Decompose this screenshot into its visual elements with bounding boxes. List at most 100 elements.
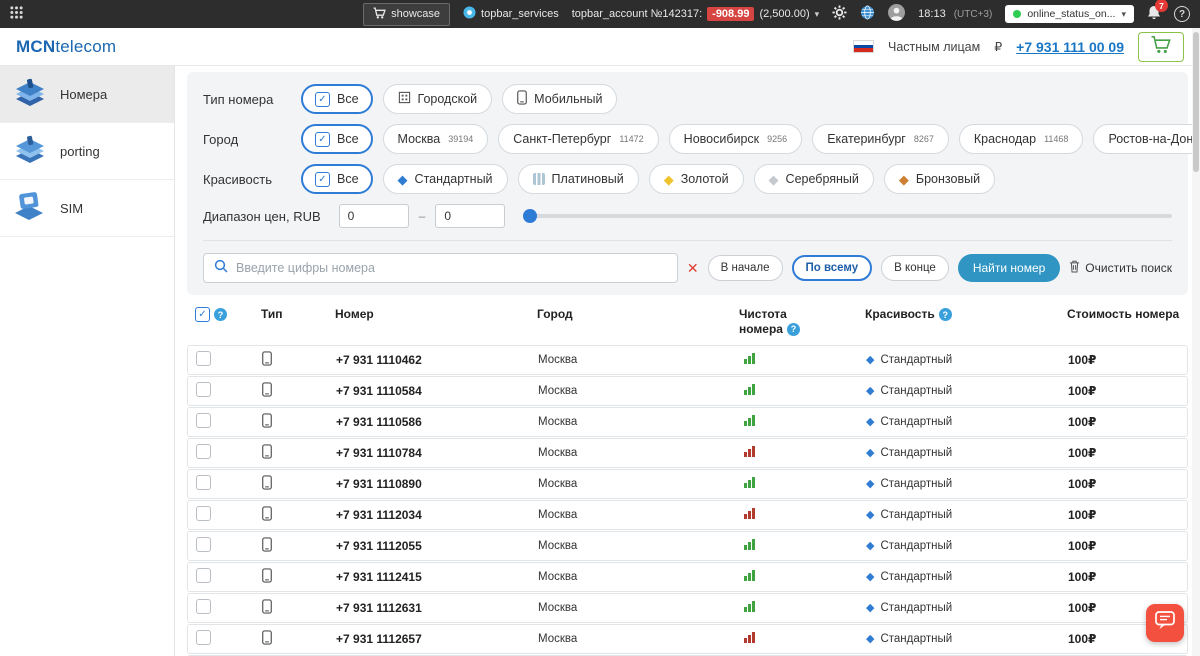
sidebar-item-porting[interactable]: porting [0,123,174,180]
phone-number[interactable]: +7 931 1110784 [332,446,538,460]
question-icon[interactable]: ? [938,308,952,322]
city-filter-pill[interactable]: Санкт-Петербург 11472 [498,124,659,154]
search-position-option[interactable]: В начале [707,255,783,281]
city-filter-pill[interactable]: Новосибирск 9256 [668,124,803,154]
row-checkbox[interactable] [196,475,211,490]
row-checkbox[interactable] [196,599,211,614]
sidebar-item-sim[interactable]: SIM [0,180,174,237]
clear-search-button[interactable]: Очистить поиск [1069,260,1172,276]
purity-icon [744,632,755,643]
col-header-city: Город [537,307,573,321]
table-row: +7 931 1110462 Москва ◆ Стандартный 100₽ [187,345,1188,375]
find-number-button[interactable]: Найти номер [957,254,1061,282]
select-all-checkbox[interactable]: ✓ [195,307,210,322]
city-filter-pill[interactable]: Москва 39194 [382,124,489,154]
clear-input-icon[interactable]: ✕ [687,260,699,277]
city-filter-pill[interactable]: Краснодар 11468 [958,124,1084,154]
beauty-filter-pill[interactable]: ◆ Бронзовый [883,164,996,194]
beauty-filter-pill[interactable]: ◆ Золотой [648,164,744,194]
beauty-filter-pill[interactable]: Платиновый [517,164,639,194]
contact-phone-link[interactable]: +7 931 111 00 09 [1016,39,1124,55]
beauty-all-toggle[interactable]: ✓ Все [301,164,373,194]
topbar-services[interactable]: topbar_services [463,6,559,22]
city-all-toggle[interactable]: ✓ Все [301,124,373,154]
row-checkbox[interactable] [196,444,211,459]
sidebar-item-label: Номера [60,86,108,102]
cart-button[interactable] [1138,31,1184,62]
chat-widget-button[interactable] [1146,604,1184,642]
col-header-purity: Чистота номера? [737,307,865,337]
type-mobile-toggle[interactable]: Мобильный [502,84,618,114]
purity-icon [744,446,755,457]
table-row: +7 931 1112657 Москва ◆ Стандартный 100₽ [187,624,1188,654]
search-icon [214,259,228,278]
search-position-option[interactable]: По всему [791,255,873,281]
beauty-filter-pill[interactable]: ◆ Стандартный [382,164,508,194]
topbar-account[interactable]: topbar_account №142317: -908.99 (2,500.0… [572,7,819,21]
phone-number[interactable]: +7 931 1110584 [332,384,538,398]
type-all-toggle[interactable]: ✓ Все [301,84,373,114]
beauty-filter-pill[interactable]: ◆ Серебряный [753,164,874,194]
city-name: Екатеринбург [827,132,906,146]
sidebar-item-numbers[interactable]: Номера [0,66,174,123]
col-header-number: Номер [335,307,374,321]
row-beauty: Стандартный [880,447,953,459]
phone-number[interactable]: +7 931 1110890 [332,477,538,491]
price-to-input[interactable] [435,204,506,228]
row-price: 100₽ [1068,415,1097,429]
type-filter-label: Тип номера [203,91,274,107]
online-status-select[interactable]: online_status_on... ▾ [1005,5,1134,23]
diamond-icon: ◆ [866,570,875,583]
phone-number[interactable]: +7 931 1110462 [332,353,538,367]
currency-selector[interactable]: ₽ [994,39,1002,54]
phone-number[interactable]: +7 931 1110586 [332,415,538,429]
phone-number[interactable]: +7 931 1112055 [332,539,538,553]
screen: showcase topbar_services topbar_account … [0,0,1200,656]
globe-icon[interactable] [860,5,875,23]
numbers-table-header: ✓ ? Тип Номер Город Чистота номера? Крас… [187,295,1188,345]
row-checkbox[interactable] [196,630,211,645]
search-position-option[interactable]: В конце [881,255,949,281]
row-checkbox[interactable] [196,568,211,583]
help-icon[interactable]: ? [1174,6,1190,22]
time-label: 18:13 [918,8,946,20]
question-icon[interactable]: ? [214,308,227,321]
chevron-down-icon: ▾ [814,8,820,19]
type-city-toggle[interactable]: Городской [382,84,493,114]
price-slider-handle[interactable] [523,209,538,223]
sidebar: Номера porting SIM [0,66,175,656]
search-input[interactable] [236,261,667,275]
topbar-showcase[interactable]: showcase [363,2,451,26]
audience-selector[interactable]: Частным лицам [888,40,980,54]
row-beauty: Стандартный [880,571,953,583]
price-from-input[interactable] [338,204,409,228]
city-filter-pill[interactable]: Екатеринбург 8267 [812,124,949,154]
avatar[interactable] [888,4,906,24]
phone-number[interactable]: +7 931 1112657 [332,632,538,646]
gear-icon[interactable] [832,5,847,23]
position-label: В конце [894,262,936,274]
row-checkbox[interactable] [196,537,211,552]
cart-icon [373,6,386,22]
row-checkbox[interactable] [196,382,211,397]
status-label: online_status_on... [1027,8,1116,20]
phone-number[interactable]: +7 931 1112631 [332,601,538,615]
russia-flag-icon[interactable] [853,40,874,53]
question-icon[interactable]: ? [786,323,800,337]
row-checkbox[interactable] [196,506,211,521]
city-filter-pill[interactable]: Ростов-на-Дону9450 [1093,124,1200,154]
mcn-telecom-logo[interactable]: MCNtelecom [16,37,116,57]
phone-number[interactable]: +7 931 1112415 [332,570,538,584]
diamond-icon: ◆ [866,384,875,397]
scrollbar-thumb[interactable] [1193,32,1199,172]
row-city: Москва [538,354,578,366]
row-city: Москва [538,509,578,521]
notifications-bell[interactable]: 7 [1147,0,1168,23]
sim-card-icon [10,189,50,228]
apps-grid-icon[interactable] [10,6,23,22]
building-icon [398,91,411,107]
row-checkbox[interactable] [196,413,211,428]
row-checkbox[interactable] [196,351,211,366]
filter-panel: Тип номера ✓ Все Городской Мобильный Гор… [187,72,1200,295]
phone-number[interactable]: +7 931 1112034 [332,508,538,522]
